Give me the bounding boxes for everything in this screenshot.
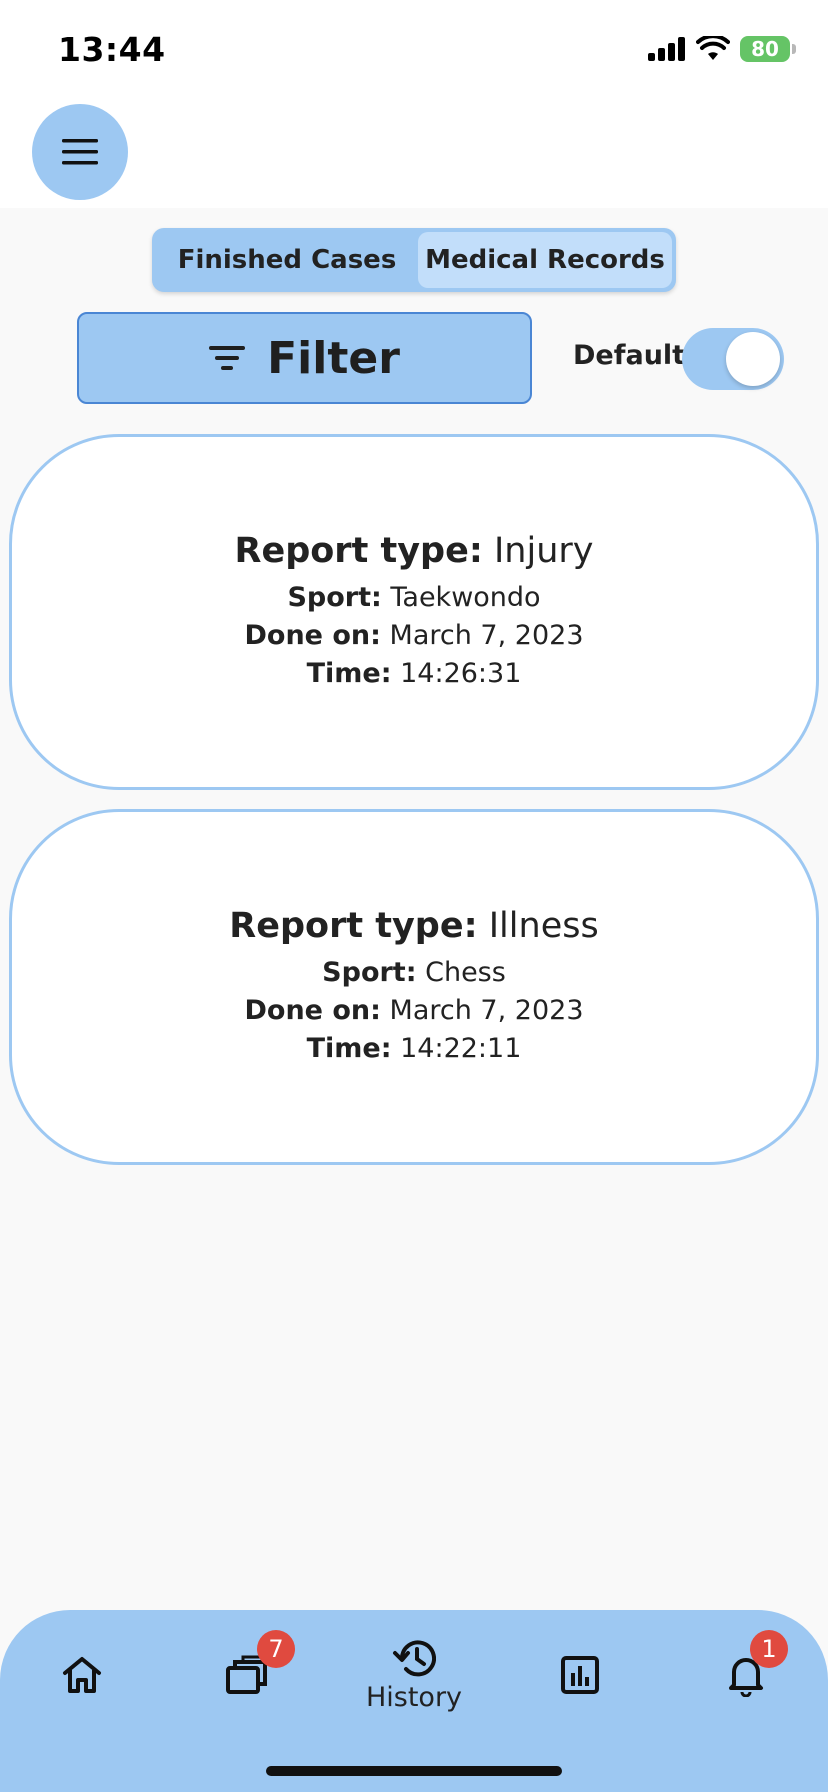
menu-button[interactable]	[32, 104, 128, 200]
status-bar: 13:44 80	[0, 0, 828, 100]
header	[0, 100, 828, 208]
report-type-value: Injury	[493, 531, 594, 571]
filter-label: Filter	[267, 332, 400, 384]
bottom-tab-bar: 7 History 1	[0, 1610, 828, 1792]
tab-statistics[interactable]	[520, 1610, 640, 1740]
tab-medical-records[interactable]: Medical Records	[418, 232, 672, 288]
time-label: Time:	[306, 1033, 392, 1064]
tab-cases[interactable]: 7	[188, 1610, 308, 1740]
time-value: 14:26:31	[400, 658, 522, 689]
tab-home[interactable]	[22, 1610, 142, 1740]
done-on-value: March 7, 2023	[389, 995, 584, 1026]
toggle-knob	[726, 332, 780, 386]
tab-finished-cases[interactable]: Finished Cases	[156, 232, 418, 288]
home-icon	[63, 1657, 101, 1693]
report-type-label: Report type:	[234, 531, 483, 571]
report-type-label: Report type:	[229, 906, 478, 946]
cases-badge: 7	[257, 1630, 295, 1668]
sport-line: Sport: Taekwondo	[287, 579, 540, 617]
time-value: 14:22:11	[400, 1033, 522, 1064]
battery-level: 80	[751, 37, 779, 61]
statistics-icon	[561, 1656, 599, 1694]
sport-value: Taekwondo	[390, 582, 541, 613]
hamburger-menu-icon	[62, 139, 98, 165]
done-on-value: March 7, 2023	[389, 620, 584, 651]
notifications-badge: 1	[750, 1630, 788, 1668]
signal-icon	[648, 37, 685, 61]
report-type-line: Report type: Illness	[229, 906, 598, 946]
done-on-line: Done on: March 7, 2023	[244, 992, 583, 1030]
report-type-line: Report type: Injury	[235, 531, 594, 571]
wifi-icon	[696, 36, 730, 60]
sport-line: Sport: Chess	[322, 954, 506, 992]
report-type-value: Illness	[488, 906, 599, 946]
record-card[interactable]: Report type: Injury Sport: Taekwondo Don…	[9, 434, 819, 790]
done-on-label: Done on:	[244, 995, 381, 1026]
sport-label: Sport:	[287, 582, 382, 613]
done-on-label: Done on:	[244, 620, 381, 651]
status-icons: 80	[648, 34, 796, 64]
filter-icon	[209, 346, 246, 370]
time-label: Time:	[306, 658, 392, 689]
tab-notifications[interactable]: 1	[686, 1610, 806, 1740]
default-toggle-label: Default	[573, 340, 686, 371]
sport-value: Chess	[425, 957, 506, 988]
tab-history[interactable]: History	[354, 1610, 474, 1740]
tab-history-label: History	[365, 1681, 463, 1713]
sport-label: Sport:	[322, 957, 417, 988]
status-time: 13:44	[58, 30, 166, 69]
battery-icon: 80	[740, 36, 796, 62]
done-on-line: Done on: March 7, 2023	[244, 617, 583, 655]
time-line: Time: 14:22:11	[307, 1030, 522, 1068]
record-card[interactable]: Report type: Illness Sport: Chess Done o…	[9, 809, 819, 1165]
filter-button[interactable]: Filter	[77, 312, 532, 404]
records-segmented-control: Finished Cases Medical Records	[152, 228, 676, 292]
time-line: Time: 14:26:31	[307, 655, 522, 693]
home-indicator	[266, 1766, 562, 1776]
default-toggle[interactable]	[682, 328, 784, 390]
history-icon	[393, 1639, 436, 1676]
